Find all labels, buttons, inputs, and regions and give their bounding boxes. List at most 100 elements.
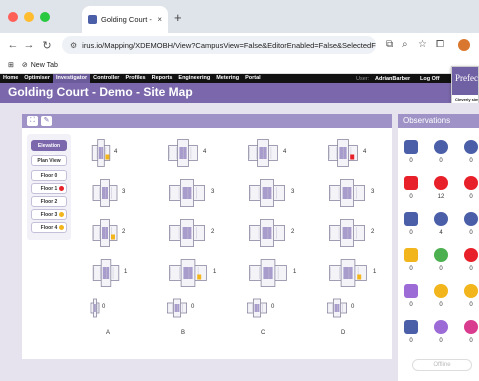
building-floor-plan[interactable] (90, 298, 100, 318)
building-floor-plan[interactable] (245, 258, 291, 288)
building-floor-plan[interactable] (90, 218, 120, 248)
observation-count: 12 (437, 194, 445, 200)
elevation-view-button[interactable]: Elevation View (31, 140, 67, 159)
observation-tile[interactable]: 0 (430, 248, 452, 272)
nav-portal[interactable]: Portal (242, 74, 264, 83)
nav-reports[interactable]: Reports (149, 74, 176, 83)
observation-tile[interactable]: 0 (400, 140, 422, 164)
bulb-icon (434, 140, 448, 154)
floor-number-label: 0 (271, 304, 275, 310)
floor-2-button[interactable]: Floor 2 (31, 196, 67, 207)
maximize-window-button[interactable] (40, 12, 50, 22)
building-floor-plan[interactable] (165, 298, 189, 318)
observation-tile[interactable]: 0 (460, 212, 479, 236)
nav-investigator[interactable]: Investigator (52, 74, 91, 83)
tab-close-icon[interactable]: × (157, 15, 162, 24)
building-floor-plan[interactable] (245, 218, 289, 248)
observation-tile[interactable]: 0 (460, 176, 479, 200)
observation-count: 0 (409, 266, 413, 272)
building-floor-plan[interactable] (325, 138, 361, 168)
cycle-icon (434, 248, 448, 262)
reload-icon[interactable]: ↻ (40, 39, 54, 52)
building-floor-plan[interactable] (245, 298, 269, 318)
observation-tile[interactable]: 0 (400, 248, 422, 272)
expand-icon[interactable]: ⛶ (27, 116, 38, 126)
building-floor-plan[interactable] (90, 138, 112, 168)
plan-view-button[interactable]: Plan View (31, 155, 67, 166)
edit-icon[interactable]: ✎ (41, 116, 52, 126)
profile-avatar[interactable] (458, 39, 470, 51)
nav-profiles[interactable]: Profiles (122, 74, 148, 83)
building-floor-plan[interactable] (165, 258, 211, 288)
forward-icon[interactable]: → (22, 39, 36, 51)
zoom-icon[interactable]: ⌕ (402, 39, 408, 50)
floor-number-label: 3 (291, 189, 295, 195)
building-floor-plan[interactable] (245, 178, 289, 208)
bookmark-new-tab[interactable]: ⊘ New Tab (21, 61, 58, 70)
nav-engineering[interactable]: Engineering (175, 74, 213, 83)
minimize-window-button[interactable] (24, 12, 34, 22)
offline-button[interactable]: Offline (412, 359, 472, 371)
url-field[interactable]: ⚙ irus.io/Mapping/XDEMOBH/View?CampusVie… (62, 36, 376, 54)
building-floor-plan[interactable] (325, 298, 349, 318)
tab-title: Golding Court - Demo - Site (101, 15, 153, 24)
dial-icon (464, 248, 478, 262)
floor-number-label: 0 (351, 304, 355, 310)
observation-tile[interactable]: 0 (430, 320, 452, 344)
thermometer-icon (464, 176, 478, 190)
floor-0-button[interactable]: Floor 0 (31, 170, 67, 181)
observation-tile[interactable]: 4 (430, 212, 452, 236)
observation-tile[interactable]: 0 (460, 140, 479, 164)
building-floor-plan[interactable] (325, 218, 369, 248)
arrows-icon (404, 212, 418, 226)
browser-tab[interactable]: Golding Court - Demo - Site × (82, 6, 168, 33)
alarm-indicator-icon (59, 186, 64, 191)
building-floor-plan[interactable] (165, 178, 209, 208)
bookmark-label: New Tab (30, 61, 58, 69)
observation-tile[interactable]: 0 (400, 212, 422, 236)
building-floor-plan[interactable] (165, 138, 201, 168)
floor-number-label: 3 (371, 189, 375, 195)
observation-tile[interactable]: 0 (460, 320, 479, 344)
floor-1-button[interactable]: Floor 1 (31, 183, 67, 194)
building-floor-plan[interactable] (90, 258, 122, 288)
building-floor-plan[interactable] (90, 178, 120, 208)
back-icon[interactable]: ← (6, 39, 20, 51)
floor-4-label: Floor 4 (40, 225, 58, 231)
globe-icon: ⊘ (21, 62, 28, 69)
new-tab-button[interactable]: + (174, 10, 182, 25)
observation-tile[interactable]: 0 (430, 284, 452, 308)
observation-tile[interactable]: 0 (400, 284, 422, 308)
nav-metering[interactable]: Metering (213, 74, 242, 83)
extensions-icon[interactable]: ⧠ (436, 39, 444, 50)
observation-tile[interactable]: 0 (400, 176, 422, 200)
nav-controller[interactable]: Controller (90, 74, 122, 83)
floor-3-button[interactable]: Floor 3 (31, 209, 67, 220)
battery-icon (404, 140, 418, 154)
site-info-icon[interactable]: ⚙ (70, 41, 77, 50)
apps-grid-icon[interactable]: ⊞ (8, 61, 14, 69)
user-name: AdrianBarber (375, 75, 411, 82)
install-app-icon[interactable]: ⧉ (386, 39, 393, 50)
observation-tile[interactable]: 12 (430, 176, 452, 200)
building-floor-plan[interactable] (325, 178, 369, 208)
observation-tile[interactable]: 0 (430, 140, 452, 164)
floor-number-label: 1 (213, 269, 217, 275)
building-floor-plan[interactable] (245, 138, 281, 168)
observation-tile[interactable]: 0 (400, 320, 422, 344)
app-nav-bar: Home Optimiser Investigator Controller P… (0, 74, 479, 83)
observation-tile[interactable]: 0 (460, 248, 479, 272)
nav-optimiser[interactable]: Optimiser (21, 74, 53, 83)
building-floor-plan[interactable] (165, 218, 209, 248)
floor-4-button[interactable]: Floor 4 (31, 222, 67, 233)
observation-tile[interactable]: 0 (460, 284, 479, 308)
log-off-link[interactable]: Log Off (420, 76, 440, 82)
window-controls (8, 12, 50, 22)
person-icon (404, 320, 418, 334)
building-column-label: C (261, 330, 266, 336)
nav-home[interactable]: Home (0, 74, 21, 83)
building-floor-plan[interactable] (325, 258, 371, 288)
bookmark-star-icon[interactable]: ☆ (418, 39, 427, 50)
close-window-button[interactable] (8, 12, 18, 22)
building-column-label: B (181, 330, 186, 336)
